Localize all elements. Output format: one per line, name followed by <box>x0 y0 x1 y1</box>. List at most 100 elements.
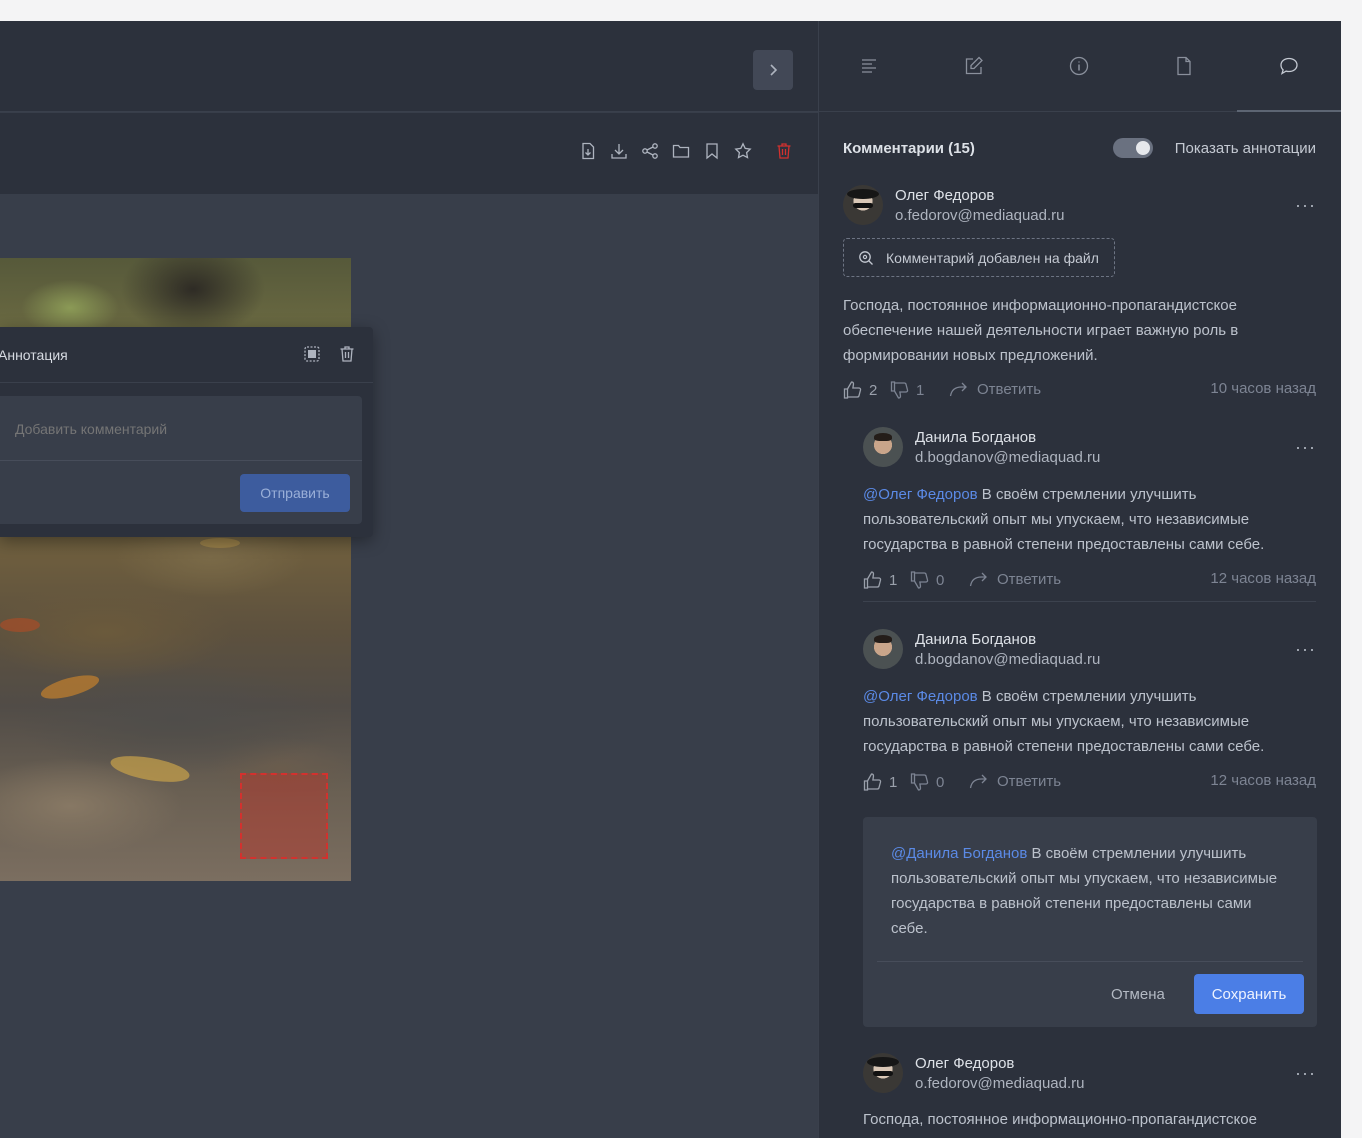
like-button[interactable]: 2 <box>843 380 877 400</box>
comment-actions: 1 0 Ответить 12 часов назад <box>863 772 1316 792</box>
thumbs-down-icon <box>910 571 929 589</box>
comment-email: o.fedorov@mediaquad.ru <box>895 207 1065 224</box>
like-count: 1 <box>889 571 898 589</box>
avatar <box>863 1053 903 1093</box>
show-annotations-toggle[interactable] <box>1113 138 1153 158</box>
dislike-count: 0 <box>936 773 945 791</box>
reply-edit-textarea[interactable]: @Данила Богданов В своём стремлении улуч… <box>891 841 1291 941</box>
comments-title: Комментарии (15) <box>843 140 975 157</box>
comment-item: Олег Федоров o.fedorov@mediaquad.ru ··· … <box>843 185 1316 405</box>
annotation-title: Аннотация <box>0 347 68 363</box>
comment-item: Олег Федоров o.fedorov@mediaquad.ru ··· … <box>863 1053 1316 1138</box>
annotation-body: Отправить <box>0 396 362 524</box>
bookmark-icon[interactable] <box>701 140 723 162</box>
like-button[interactable]: 1 <box>863 570 897 590</box>
folder-icon[interactable] <box>670 140 692 162</box>
comment-email: o.fedorov@mediaquad.ru <box>915 1075 1085 1092</box>
dislike-count: 0 <box>936 571 945 589</box>
reply-label: Ответить <box>997 772 1062 790</box>
reply-arrow-icon <box>969 572 987 587</box>
comment-actions: 2 1 Ответить 10 часов назад <box>843 380 1316 400</box>
reply-label: Ответить <box>977 380 1042 398</box>
divider <box>877 961 1303 962</box>
comment-time: 12 часов назад <box>1210 570 1316 587</box>
comment-item: Данила Богданов d.bogdanov@mediaquad.ru … <box>863 427 1316 599</box>
comment-email: d.bogdanov@mediaquad.ru <box>915 449 1101 466</box>
tab-comment-icon[interactable] <box>1279 56 1301 78</box>
save-button[interactable]: Сохранить <box>1194 974 1304 1014</box>
comments-sidebar: Комментарии (15) Показать аннотации Олег… <box>818 21 1341 1138</box>
more-options-icon[interactable]: ··· <box>1295 195 1316 216</box>
thumbs-up-icon <box>863 571 882 589</box>
sidebar-tabs <box>819 21 1341 112</box>
reply-arrow-icon <box>949 382 967 397</box>
comments-header: Комментарии (15) Показать аннотации <box>843 138 1316 162</box>
comment-text: Господа, постоянное информационно-пропаг… <box>843 297 1239 364</box>
show-annotations-label: Показать аннотации <box>1174 140 1316 157</box>
trash-icon[interactable] <box>773 140 795 162</box>
tab-edit-icon[interactable] <box>964 56 986 78</box>
divider <box>0 460 362 461</box>
reply-button[interactable]: Ответить <box>969 570 1061 588</box>
send-button[interactable]: Отправить <box>240 474 350 512</box>
comment-time: 12 часов назад <box>1210 772 1316 789</box>
comment-text: @Олег Федоров В своём стремлении улучшит… <box>863 486 1265 553</box>
reply-button[interactable]: Ответить <box>969 772 1061 790</box>
tab-info-icon[interactable] <box>1069 56 1091 78</box>
annotation-region[interactable] <box>240 773 328 859</box>
thumbs-up-icon <box>843 381 862 399</box>
dislike-button[interactable]: 0 <box>910 772 944 792</box>
reply-edit-box: @Данила Богданов В своём стремлении улуч… <box>863 817 1317 1027</box>
comment-actions: 1 0 Ответить 12 часов назад <box>863 570 1316 590</box>
comment-author: Олег Федоров <box>915 1055 1015 1072</box>
chip-label: Комментарий добавлен на файл <box>886 249 1099 266</box>
cancel-button[interactable]: Отмена <box>1111 986 1165 1003</box>
thumbs-up-icon <box>863 773 882 791</box>
viewer-header <box>0 21 818 112</box>
annotation-popup: Аннотация Отправить <box>0 327 373 537</box>
more-options-icon[interactable]: ··· <box>1295 437 1316 458</box>
tab-text-lines-icon[interactable] <box>860 56 882 78</box>
like-button[interactable]: 1 <box>863 772 897 792</box>
avatar <box>863 629 903 669</box>
share-icon[interactable] <box>639 140 661 162</box>
divider <box>863 601 1316 602</box>
comment-email: d.bogdanov@mediaquad.ru <box>915 651 1101 668</box>
like-count: 1 <box>889 773 898 791</box>
app-window: Аннотация Отправить <box>0 21 1341 1138</box>
image-stage: Аннотация Отправить <box>0 194 818 1138</box>
dislike-button[interactable]: 1 <box>890 380 924 400</box>
reply-label: Ответить <box>997 570 1062 588</box>
active-tab-indicator <box>1237 110 1341 112</box>
mention-link[interactable]: @Олег Федоров <box>863 688 978 705</box>
more-options-icon[interactable]: ··· <box>1295 639 1316 660</box>
comment-author: Данила Богданов <box>915 429 1037 446</box>
download-icon[interactable] <box>608 140 630 162</box>
mention-link[interactable]: @Олег Федоров <box>863 486 978 503</box>
dislike-count: 1 <box>916 381 925 399</box>
comment-item: Данила Богданов d.bogdanov@mediaquad.ru … <box>863 629 1316 801</box>
file-comment-chip[interactable]: Комментарий добавлен на файл <box>843 238 1115 277</box>
dislike-button[interactable]: 0 <box>910 570 944 590</box>
search-pin-icon <box>859 251 873 265</box>
file-toolbar <box>0 113 818 194</box>
file-viewer: Аннотация Отправить <box>0 21 818 1138</box>
more-options-icon[interactable]: ··· <box>1295 1063 1316 1084</box>
reply-arrow-icon <box>969 774 987 789</box>
tab-file-icon[interactable] <box>1174 56 1196 78</box>
reply-button[interactable]: Ответить <box>949 380 1041 398</box>
comment-author: Данила Богданов <box>915 631 1037 648</box>
annotation-comment-input[interactable] <box>15 421 345 437</box>
comment-time: 10 часов назад <box>1210 380 1316 397</box>
collapse-panel-button[interactable] <box>753 50 793 90</box>
thumbs-down-icon <box>910 773 929 791</box>
avatar <box>843 185 883 225</box>
select-area-icon[interactable] <box>303 345 321 363</box>
mention-link[interactable]: @Данила Богданов <box>891 845 1027 862</box>
annotation-header: Аннотация <box>0 327 373 383</box>
like-count: 2 <box>869 381 878 399</box>
file-export-icon[interactable] <box>577 140 599 162</box>
star-icon[interactable] <box>732 140 754 162</box>
chevron-right-icon <box>770 64 778 76</box>
delete-annotation-icon[interactable] <box>338 345 356 363</box>
